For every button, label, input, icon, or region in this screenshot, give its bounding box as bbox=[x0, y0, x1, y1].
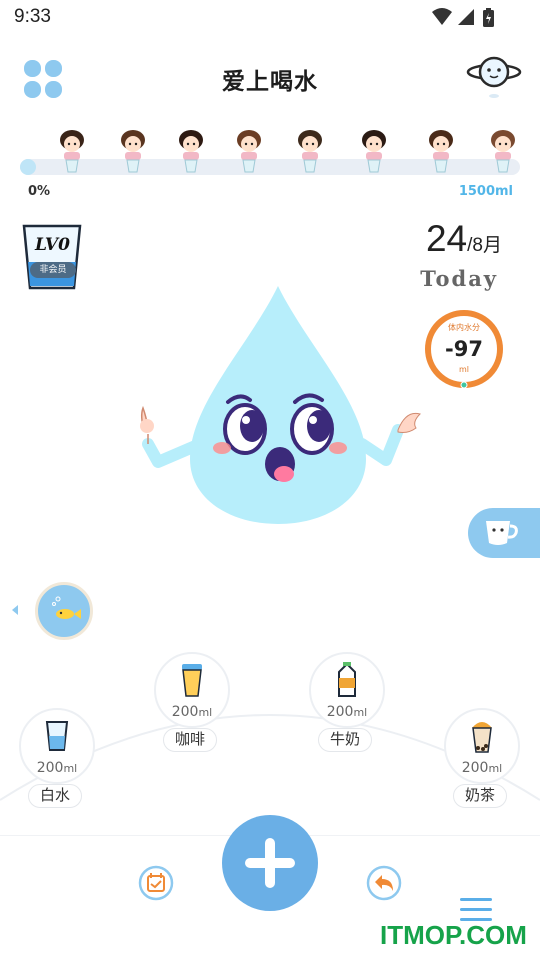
progress-avatar-7 bbox=[429, 130, 453, 173]
drink-label[interactable]: 奶茶 bbox=[453, 784, 507, 808]
signal-icon bbox=[458, 9, 474, 25]
milk-tea-icon bbox=[472, 722, 492, 753]
teacup-icon bbox=[486, 521, 518, 545]
app-title: 爱上喝水 bbox=[222, 69, 318, 95]
drink-amount-unit: ml bbox=[488, 762, 503, 775]
membership-level: LV0 bbox=[35, 235, 70, 255]
undo-icon[interactable] bbox=[366, 865, 402, 901]
collapse-arrow-icon[interactable] bbox=[11, 604, 19, 616]
drink-amount-unit: ml bbox=[63, 762, 78, 775]
progress-avatar-2 bbox=[121, 130, 145, 173]
add-drink-button[interactable] bbox=[222, 815, 318, 911]
membership-status: 非会员 bbox=[30, 262, 76, 278]
milk-carton-icon bbox=[338, 662, 356, 697]
calendar-check-icon[interactable] bbox=[138, 865, 174, 901]
watermark: ITMOP.COM bbox=[380, 920, 527, 950]
drink-amount-value: 200 bbox=[36, 760, 64, 776]
status-time: 9:33 bbox=[14, 6, 51, 27]
drink-label[interactable]: 咖啡 bbox=[163, 728, 217, 752]
water-glass-icon bbox=[45, 721, 69, 751]
date-month: /8月 bbox=[467, 235, 502, 256]
status-icons bbox=[432, 8, 494, 27]
coffee-cup-icon bbox=[182, 664, 202, 697]
fish-icon bbox=[52, 596, 81, 619]
plus-icon bbox=[245, 838, 295, 888]
progress-avatar-8 bbox=[491, 130, 515, 173]
date-day: 24 bbox=[425, 218, 468, 259]
drink-amount-unit: ml bbox=[198, 706, 213, 719]
body-water-label: 体内水分 bbox=[448, 323, 480, 332]
drink-amount: 200ml bbox=[147, 704, 237, 720]
progress-avatar-6 bbox=[362, 130, 386, 173]
progress-max-label: 1500ml bbox=[458, 184, 513, 199]
drink-amount: 200ml bbox=[12, 760, 102, 776]
planet-icon[interactable] bbox=[466, 54, 522, 102]
date-today-label: Today bbox=[420, 266, 498, 291]
progress-avatar-1 bbox=[60, 130, 84, 173]
progress-avatar-3 bbox=[179, 130, 203, 173]
progress-min-label: 0% bbox=[28, 184, 51, 199]
progress-avatar-5 bbox=[298, 130, 322, 173]
membership-cup-icon[interactable] bbox=[20, 222, 84, 292]
drink-label[interactable]: 牛奶 bbox=[318, 728, 372, 752]
progress-avatar-4 bbox=[237, 130, 261, 173]
drink-amount-value: 200 bbox=[326, 704, 354, 720]
progress-fill bbox=[20, 159, 36, 175]
drink-label[interactable]: 白水 bbox=[28, 784, 82, 808]
body-water-value: -97 bbox=[445, 337, 483, 361]
drink-amount-value: 200 bbox=[461, 760, 489, 776]
body-water-unit: ml bbox=[458, 365, 469, 374]
fish-bubble-button[interactable] bbox=[35, 582, 93, 640]
drink-amount: 200ml bbox=[437, 760, 527, 776]
cup-tab-button[interactable] bbox=[468, 508, 540, 558]
drink-amount-unit: ml bbox=[353, 706, 368, 719]
date-display: 24/8月 bbox=[426, 218, 502, 260]
water-drop-mascot[interactable] bbox=[130, 284, 430, 534]
drink-amount-value: 200 bbox=[171, 704, 199, 720]
drink-amount: 200ml bbox=[302, 704, 392, 720]
battery-charging-icon bbox=[483, 8, 494, 27]
wifi-icon bbox=[432, 8, 452, 25]
